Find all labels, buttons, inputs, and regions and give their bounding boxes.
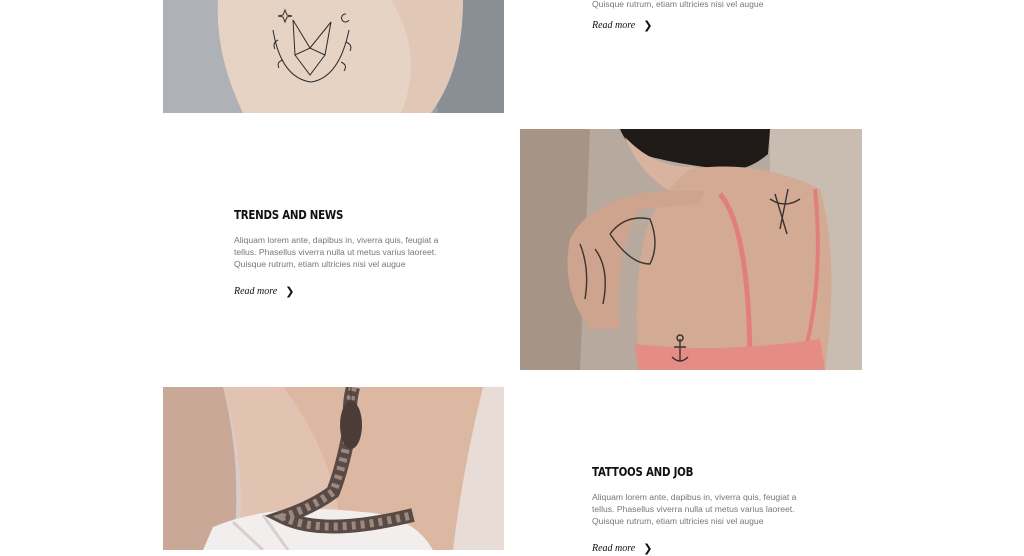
fox-tattoo-photo bbox=[163, 0, 504, 113]
read-more-label: Read more bbox=[592, 20, 636, 31]
read-more-link[interactable]: Read more ❯ bbox=[234, 286, 294, 297]
post-image-snake-tattoo[interactable] bbox=[163, 387, 504, 550]
read-more-link[interactable]: Read more ❯ bbox=[592, 20, 652, 31]
read-more-label: Read more bbox=[592, 543, 636, 554]
post-3-text: TATTOOS AND JOB Aliquam lorem ante, dapi… bbox=[592, 464, 807, 556]
read-more-link[interactable]: Read more ❯ bbox=[592, 543, 652, 554]
chevron-right-icon: ❯ bbox=[643, 542, 653, 555]
post-image-fox-tattoo[interactable] bbox=[163, 0, 504, 113]
post-excerpt: Quisque rutrum, etiam ultricies nisi vel… bbox=[592, 0, 764, 9]
post-title[interactable]: TRENDS AND NEWS bbox=[234, 207, 410, 222]
post-1-text: Quisque rutrum, etiam ultricies nisi vel… bbox=[592, 0, 807, 33]
post-title[interactable]: TATTOOS AND JOB bbox=[592, 464, 768, 479]
post-excerpt: Aliquam lorem ante, dapibus in, viverra … bbox=[234, 235, 439, 269]
post-image-tattooed-woman[interactable] bbox=[520, 129, 862, 370]
chevron-right-icon: ❯ bbox=[643, 19, 653, 32]
post-excerpt: Aliquam lorem ante, dapibus in, viverra … bbox=[592, 492, 797, 526]
snake-tattoo-photo bbox=[163, 387, 504, 550]
tattooed-woman-photo bbox=[520, 129, 862, 370]
chevron-right-icon: ❯ bbox=[285, 285, 295, 298]
post-2-text: TRENDS AND NEWS Aliquam lorem ante, dapi… bbox=[234, 207, 449, 299]
read-more-label: Read more bbox=[234, 286, 278, 297]
